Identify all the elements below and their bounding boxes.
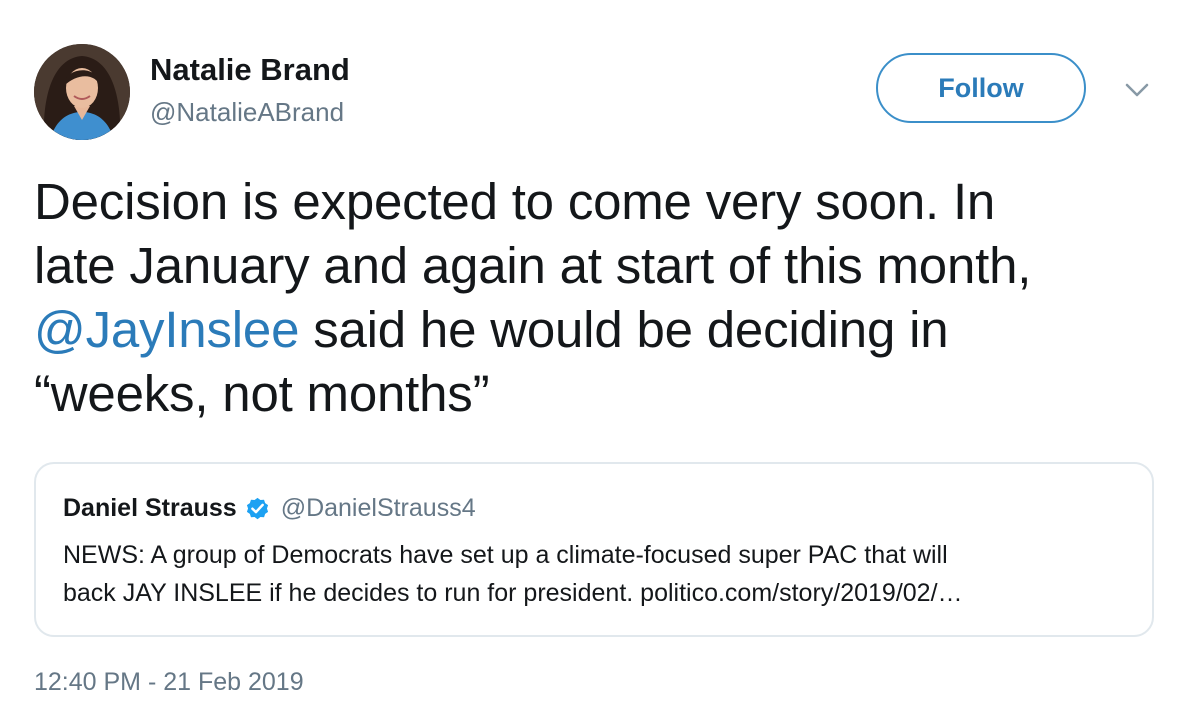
verified-badge-icon: [244, 495, 271, 522]
mention-link-jayinslee[interactable]: @JayInslee: [34, 301, 299, 358]
quoted-author-name: Daniel Strauss: [63, 494, 237, 522]
tweet-text: Decision is expected to come very soon. …: [34, 170, 1164, 426]
author-handle[interactable]: @NatalieABrand: [150, 97, 344, 128]
quoted-tweet-card[interactable]: Daniel Strauss @DanielStrauss4 NEWS: A g…: [34, 462, 1154, 637]
tweet-line: Decision is expected to come very soon. …: [34, 173, 996, 230]
author-name[interactable]: Natalie Brand: [150, 52, 350, 88]
tweet-timestamp[interactable]: 12:40 PM - 21 Feb 2019: [34, 668, 304, 697]
quoted-tweet-line: back JAY INSLEE if he decides to run for…: [63, 579, 963, 607]
quoted-tweet-header: Daniel Strauss @DanielStrauss4: [63, 494, 476, 523]
tweet-line-text: said he would be deciding in: [299, 301, 949, 358]
follow-button[interactable]: Follow: [876, 53, 1086, 123]
user-avatar-photo-icon: [34, 44, 130, 140]
author-avatar[interactable]: [34, 44, 130, 140]
tweet-line: late January and again at start of this …: [34, 237, 1032, 294]
tweet-line: @JayInslee said he would be deciding in: [34, 298, 1164, 362]
more-options-button[interactable]: [1122, 78, 1152, 102]
tweet-line: “weeks, not months”: [34, 365, 490, 422]
quoted-author-handle: @DanielStrauss4: [280, 494, 476, 522]
quoted-tweet-line: NEWS: A group of Democrats have set up a…: [63, 541, 948, 569]
chevron-down-icon: [1125, 83, 1149, 97]
quoted-tweet-text: NEWS: A group of Democrats have set up a…: [63, 536, 1133, 612]
